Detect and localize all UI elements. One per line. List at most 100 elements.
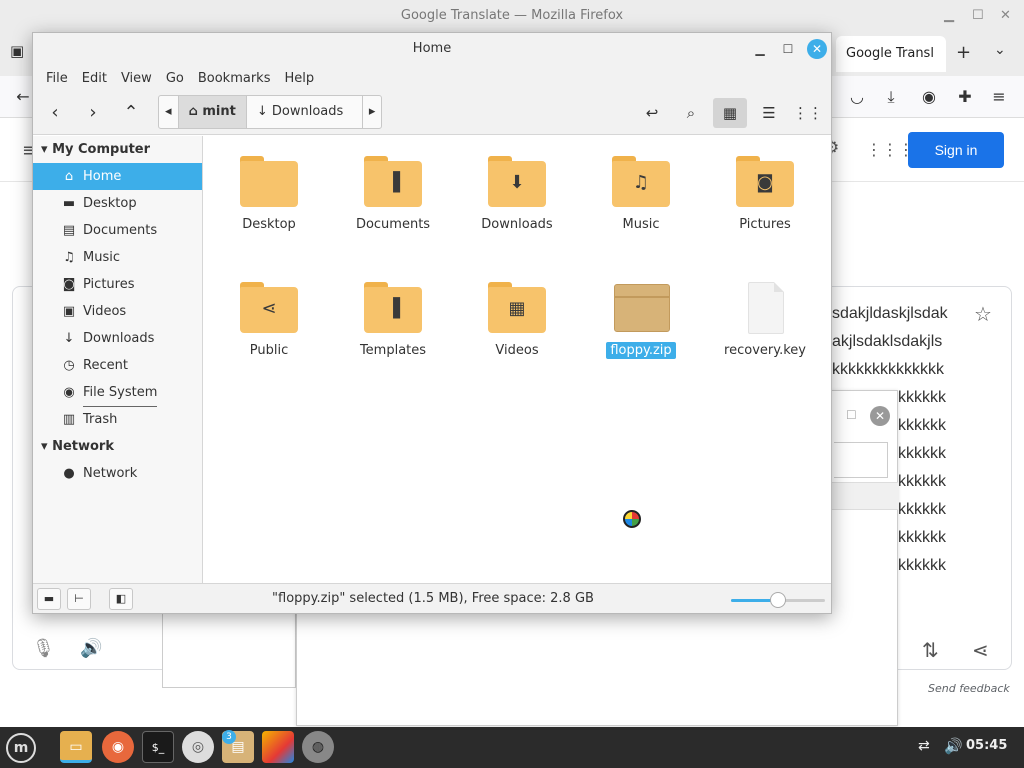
menu-icon[interactable]: ≡ xyxy=(988,86,1010,108)
file-item-music[interactable]: ♫ Music xyxy=(586,156,696,233)
terminal-app-icon[interactable]: $_ xyxy=(142,731,174,763)
download-icon[interactable]: ⤓ xyxy=(880,86,902,108)
sidebar-item-videos[interactable]: ▣ Videos xyxy=(33,298,202,325)
menu-help[interactable]: Help xyxy=(277,67,321,91)
chevron-down-icon[interactable]: ▾ xyxy=(41,142,52,157)
show-places-icon[interactable]: ▬ xyxy=(37,588,61,610)
mint-menu-icon[interactable]: m xyxy=(6,733,36,763)
menu-view[interactable]: View xyxy=(114,67,159,91)
menu-edit[interactable]: Edit xyxy=(75,67,114,91)
menu-bookmarks[interactable]: Bookmarks xyxy=(191,67,278,91)
speaker-icon[interactable]: 🔊 xyxy=(80,638,102,659)
close-icon[interactable]: ✕ xyxy=(1000,0,1011,32)
dialog-maximize-icon[interactable]: ☐ xyxy=(846,408,857,422)
folder-icon: ◙ xyxy=(736,156,794,208)
share-icon[interactable]: ⋖ xyxy=(972,638,989,662)
notification-badge: 3 xyxy=(222,730,236,744)
tab-overview-icon[interactable]: ▣ xyxy=(10,42,24,60)
volume-icon[interactable]: 🔊 xyxy=(944,737,963,755)
maximize-icon[interactable]: ☐ xyxy=(972,0,984,32)
sign-in-button[interactable]: Sign in xyxy=(908,132,1004,168)
search-icon[interactable]: ⌕ xyxy=(674,98,708,128)
sidebar-item-label: Recent xyxy=(83,358,128,373)
sidebar-item-downloads[interactable]: ↓ Downloads xyxy=(33,325,202,352)
apps-grid-icon[interactable]: ⋮⋮⋮ xyxy=(866,140,914,160)
sidebar-item-music[interactable]: ♫ Music xyxy=(33,244,202,271)
maximize-icon[interactable]: ☐ xyxy=(779,40,797,58)
pocket-icon[interactable]: ◡ xyxy=(846,86,868,108)
file-item-recovery-key[interactable]: recovery.key xyxy=(710,282,820,359)
minimize-icon[interactable]: ▁ xyxy=(944,0,954,32)
forward-icon[interactable]: › xyxy=(81,101,105,125)
send-feedback-link[interactable]: Send feedback xyxy=(928,682,1010,695)
tab-list-chevron-down-icon[interactable]: ⌄ xyxy=(994,42,1006,58)
zoom-slider-handle[interactable] xyxy=(770,592,786,608)
file-item-desktop[interactable]: Desktop xyxy=(214,156,324,233)
compact-view-icon[interactable]: ⋮⋮ xyxy=(791,98,825,128)
sidebar-heading[interactable]: ▾ My Computer xyxy=(33,136,202,163)
archive-icon xyxy=(612,282,670,334)
list-view-icon[interactable]: ☰ xyxy=(752,98,786,128)
disc-app-icon[interactable]: ◎ xyxy=(182,731,214,763)
pathbar-right-arrow-icon[interactable]: ▸ xyxy=(363,96,382,128)
translation-line: kkkkkkkkkkkkkk xyxy=(832,361,944,378)
sidebar-item-network[interactable]: ● Network xyxy=(33,460,202,487)
sidebar-item-label: File System xyxy=(83,379,158,407)
menu-file[interactable]: File xyxy=(39,67,75,91)
sidebar-item-desktop[interactable]: ▬ Desktop xyxy=(33,190,202,217)
zoom-slider[interactable] xyxy=(731,592,825,608)
pathbar-home[interactable]: ⌂ mint xyxy=(178,96,247,128)
pathbar-left-arrow-icon[interactable]: ◂ xyxy=(159,96,179,128)
account-icon[interactable]: ◉ xyxy=(918,86,940,108)
background-panel xyxy=(162,610,296,688)
star-icon[interactable]: ☆ xyxy=(974,302,992,326)
network-tray-icon[interactable]: ⇄ xyxy=(918,738,930,754)
up-icon[interactable]: ⌃ xyxy=(119,101,143,125)
chevron-down-icon[interactable]: ▾ xyxy=(41,439,52,454)
show-treeview-icon[interactable]: ⊢ xyxy=(67,588,91,610)
back-icon[interactable]: ‹ xyxy=(43,101,67,125)
sidebar-item-home[interactable]: ⌂ Home xyxy=(33,163,202,190)
sidebar-item-pictures[interactable]: ◙ Pictures xyxy=(33,271,202,298)
icon-view-icon[interactable]: ▦ xyxy=(713,98,747,128)
sidebar-heading-label: My Computer xyxy=(52,142,151,157)
file-name: Videos xyxy=(495,343,539,358)
sidebar-item-file-system[interactable]: ◉ File System xyxy=(33,379,202,407)
sidebar-item-recent[interactable]: ◷ Recent xyxy=(33,352,202,379)
open-terminal-icon[interactable]: ↩ xyxy=(635,98,669,128)
sidebar-item-label: Pictures xyxy=(83,277,135,292)
back-arrow-icon[interactable]: ← xyxy=(12,86,34,108)
firefox-app-icon[interactable]: ◉ xyxy=(102,731,134,763)
close-icon[interactable]: ✕ xyxy=(807,39,827,59)
file-item-documents[interactable]: ▐ Documents xyxy=(338,156,448,233)
folder-icon: ♫ xyxy=(612,156,670,208)
extensions-icon[interactable]: ✚ xyxy=(954,86,976,108)
sidebar-item-documents[interactable]: ▤ Documents xyxy=(33,217,202,244)
sidebar-heading[interactable]: ▾ Network xyxy=(33,433,202,460)
tab-google-translate[interactable]: Google Transl xyxy=(836,36,946,72)
sidebar-item-label: Music xyxy=(83,250,120,265)
file-item-downloads[interactable]: ⬇ Downloads xyxy=(462,156,572,233)
software-app-icon[interactable] xyxy=(262,731,294,763)
file-manager-toolbar: ‹ › ⌃ ◂ ⌂ mint ↓ Downloads ▸ ↩ ⌕ ▦ ☰ ⋮⋮ xyxy=(33,91,831,135)
file-item-pictures[interactable]: ◙ Pictures xyxy=(710,156,820,233)
pathbar-downloads[interactable]: ↓ Downloads xyxy=(247,96,363,128)
rate-translation-icon[interactable]: ⇅ xyxy=(922,638,939,662)
file-item-templates[interactable]: ▐ Templates xyxy=(338,282,448,359)
menu-go[interactable]: Go xyxy=(159,67,191,91)
clock[interactable]: 05:45 xyxy=(966,738,1007,753)
file-item-public[interactable]: ⋖ Public xyxy=(214,282,324,359)
sidebar-item-trash[interactable]: ▥ Trash xyxy=(33,406,202,433)
document-icon xyxy=(736,282,794,334)
home-icon: ⌂ xyxy=(64,169,74,184)
dialog-input[interactable] xyxy=(834,442,888,478)
hide-sidebar-icon[interactable]: ◧ xyxy=(109,588,133,610)
file-item-floppy-zip[interactable]: floppy.zip xyxy=(586,282,696,359)
microphone-icon[interactable]: 🎙 xyxy=(32,638,55,659)
disk-app-icon[interactable]: ◍ xyxy=(302,731,334,763)
new-tab-button[interactable]: + xyxy=(956,42,971,63)
file-item-videos[interactable]: ▦ Videos xyxy=(462,282,572,359)
files-app-icon[interactable]: ▭ xyxy=(60,731,92,763)
dialog-close-icon[interactable]: ✕ xyxy=(870,406,890,426)
minimize-icon[interactable]: ▁ xyxy=(751,40,769,58)
